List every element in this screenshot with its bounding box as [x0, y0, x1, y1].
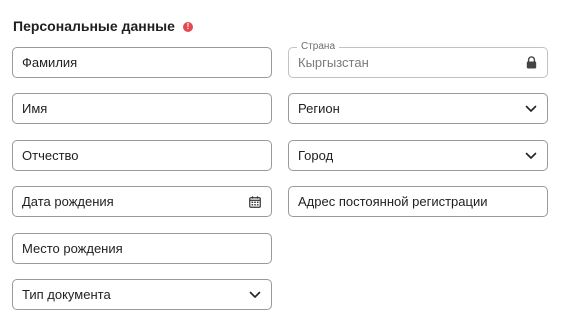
country-value: Кыргызстан: [298, 55, 369, 70]
birth-date-placeholder: Дата рождения: [22, 194, 114, 209]
city-select[interactable]: Город: [288, 140, 548, 171]
name-field[interactable]: Имя: [12, 93, 272, 124]
birth-date-field[interactable]: Дата рождения: [12, 186, 272, 217]
registration-address-placeholder: Адрес постоянной регистрации: [298, 194, 488, 209]
exclamation-circle-icon: !: [182, 21, 193, 32]
city-placeholder: Город: [298, 148, 334, 163]
patronymic-placeholder: Отчество: [22, 148, 79, 163]
name-placeholder: Имя: [22, 101, 48, 116]
region-placeholder: Регион: [298, 101, 340, 116]
document-type-placeholder: Тип документа: [22, 287, 111, 302]
birth-place-field[interactable]: Место рождения: [12, 233, 272, 264]
calendar-icon[interactable]: [248, 195, 262, 209]
chevron-down-icon: [248, 288, 262, 302]
section-title: Персональные данные: [13, 18, 175, 34]
chevron-down-icon: [524, 102, 538, 116]
registration-address-field[interactable]: Адрес постоянной регистрации: [288, 186, 548, 217]
lock-icon: [524, 56, 538, 70]
personal-data-form: Персональные данные ! Фамилия Имя Отчест…: [0, 0, 563, 330]
section-header: Персональные данные !: [13, 17, 193, 35]
surname-field[interactable]: Фамилия: [12, 47, 272, 78]
country-legend: Страна: [297, 41, 340, 53]
patronymic-field[interactable]: Отчество: [12, 140, 272, 171]
document-type-select[interactable]: Тип документа: [12, 279, 272, 310]
region-select[interactable]: Регион: [288, 93, 548, 124]
surname-placeholder: Фамилия: [22, 55, 78, 70]
chevron-down-icon: [524, 149, 538, 163]
birth-place-placeholder: Место рождения: [22, 241, 123, 256]
country-field: Страна Кыргызстан: [288, 41, 548, 78]
